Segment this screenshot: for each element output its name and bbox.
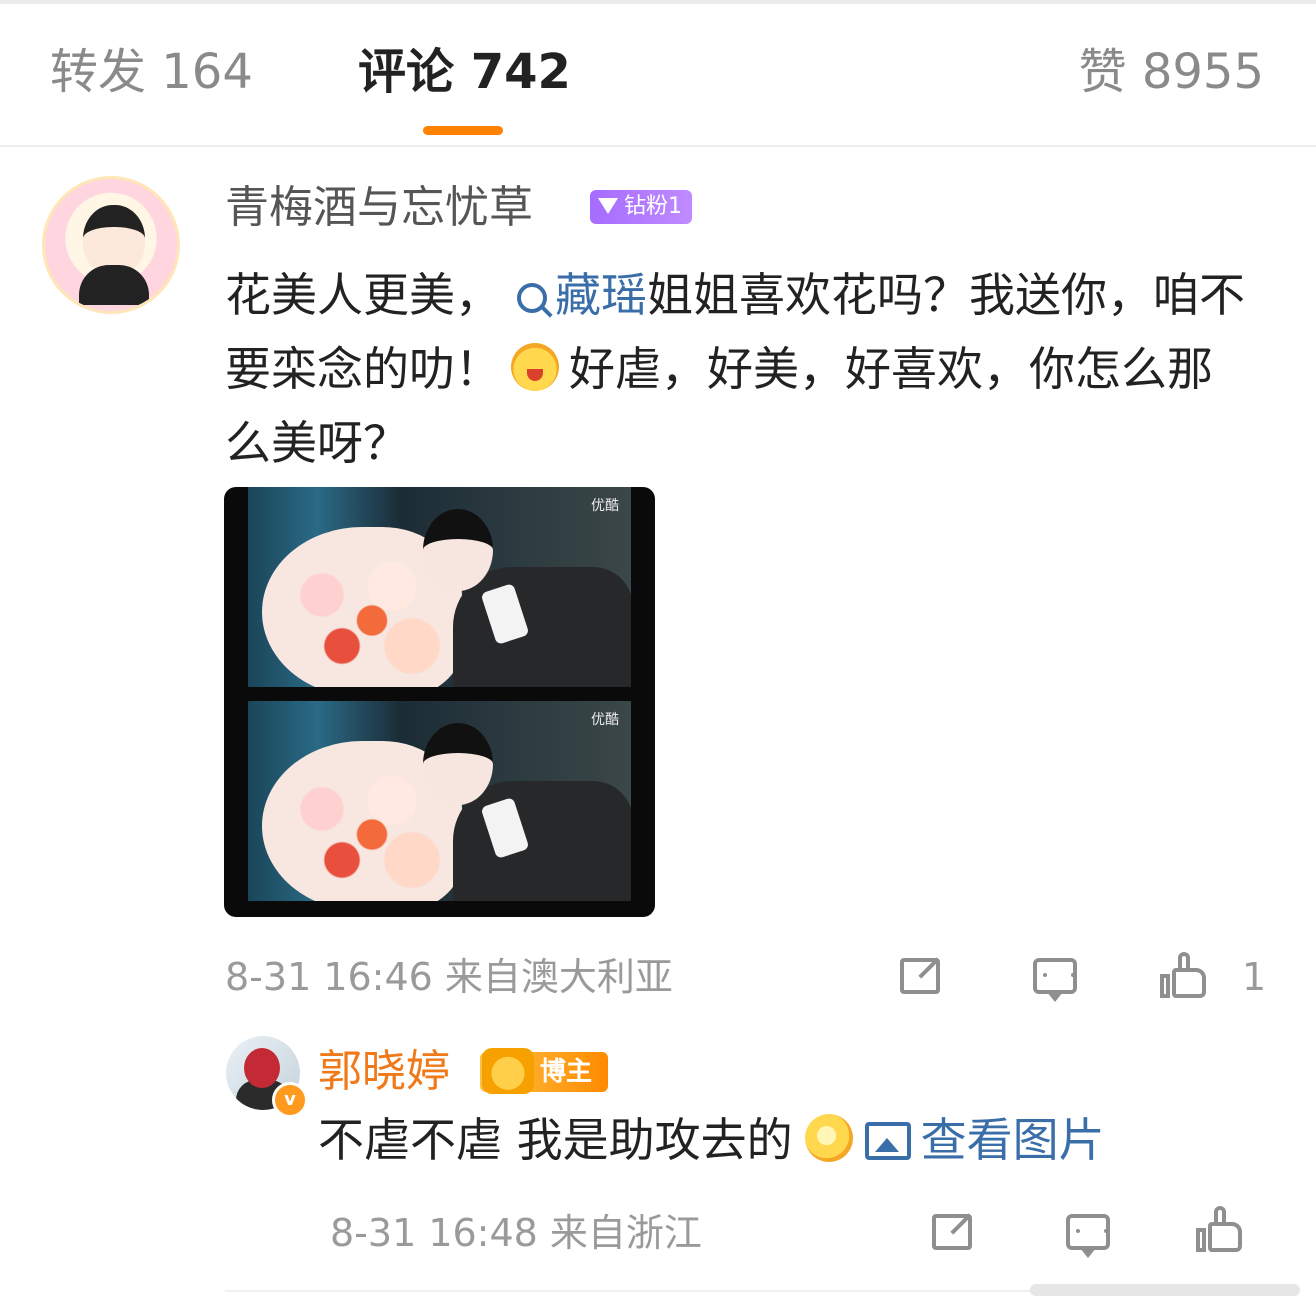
image-icon [864, 1122, 911, 1160]
avatar-figure [244, 1048, 280, 1088]
verified-icon: v [272, 1082, 308, 1118]
replier-username[interactable]: 郭晓婷 [318, 1042, 450, 1102]
view-image-link[interactable]: 查看图片 [864, 1113, 1105, 1167]
reply-share-icon[interactable] [932, 1214, 972, 1250]
tab-likes[interactable]: 赞 8955 [1079, 40, 1264, 104]
search-icon [517, 283, 547, 313]
commenter-avatar[interactable] [42, 176, 180, 314]
figure-head [423, 723, 493, 805]
view-image-label: 查看图片 [920, 1113, 1105, 1167]
fan-level-badge[interactable]: 钻粉1 [590, 190, 692, 224]
share-icon[interactable] [900, 958, 940, 994]
avatar-body [79, 265, 149, 305]
image-frame-bottom: 优酷 [248, 701, 631, 901]
active-tab-indicator [423, 126, 503, 135]
reply-like-icon[interactable] [1196, 1206, 1242, 1252]
tab-repost[interactable]: 转发 164 [50, 40, 253, 104]
like-count: 1 [1242, 955, 1267, 999]
comment-text-part-1: 花美人更美， [225, 268, 501, 322]
reply-comment-icon[interactable] [1066, 1214, 1110, 1258]
home-indicator [1030, 1284, 1300, 1296]
commenter-username[interactable]: 青梅酒与忘忧草 [225, 178, 533, 238]
diamond-icon [598, 198, 618, 214]
figure-head [423, 509, 493, 591]
comment-time-location: 8-31 16:46 来自澳大利亚 [225, 955, 673, 999]
host-badge-label: 博主 [540, 1057, 593, 1087]
reply-text: 不虐不虐 我是助攻去的 [318, 1113, 793, 1167]
like-icon-cuff [1160, 974, 1170, 998]
dizzy-emoji-icon [804, 1114, 853, 1162]
host-badge[interactable]: 博主 [480, 1048, 608, 1094]
like-icon-cuff [1196, 1228, 1206, 1252]
comment-icon[interactable] [1033, 958, 1077, 1002]
like-icon-thumb [1178, 952, 1190, 972]
topic-link[interactable]: 藏瑶 [501, 268, 647, 322]
reply-time-location: 8-31 16:48 来自浙江 [330, 1211, 702, 1255]
like-icon-thumb [1214, 1206, 1226, 1226]
reply-body: 不虐不虐 我是助攻去的 查看图片 [318, 1108, 1105, 1172]
image-frame-top: 优酷 [248, 487, 631, 687]
watermark: 优酷 [591, 712, 619, 728]
figure-body [453, 567, 631, 687]
fan-badge-label: 钻粉1 [624, 194, 682, 219]
comment-body: 花美人更美， 藏瑶姐姐喜欢花吗？我送你，咱不要栾念的叻！ 好虐，好美，好喜欢，你怎么… [225, 258, 1255, 480]
like-icon-palm [1172, 968, 1206, 998]
happy-emoji-icon [511, 343, 559, 391]
figure-body [453, 781, 631, 901]
crown-icon [482, 1048, 534, 1094]
watermark: 优酷 [591, 498, 619, 514]
tab-bar: 转发 164 评论 742 赞 8955 [0, 0, 1316, 147]
comment-image[interactable]: 优酷 优酷 [224, 487, 655, 917]
like-icon[interactable] [1160, 952, 1206, 998]
tab-comments[interactable]: 评论 742 [358, 40, 571, 104]
topic-link-label: 藏瑶 [555, 268, 647, 322]
like-icon-palm [1208, 1222, 1242, 1252]
